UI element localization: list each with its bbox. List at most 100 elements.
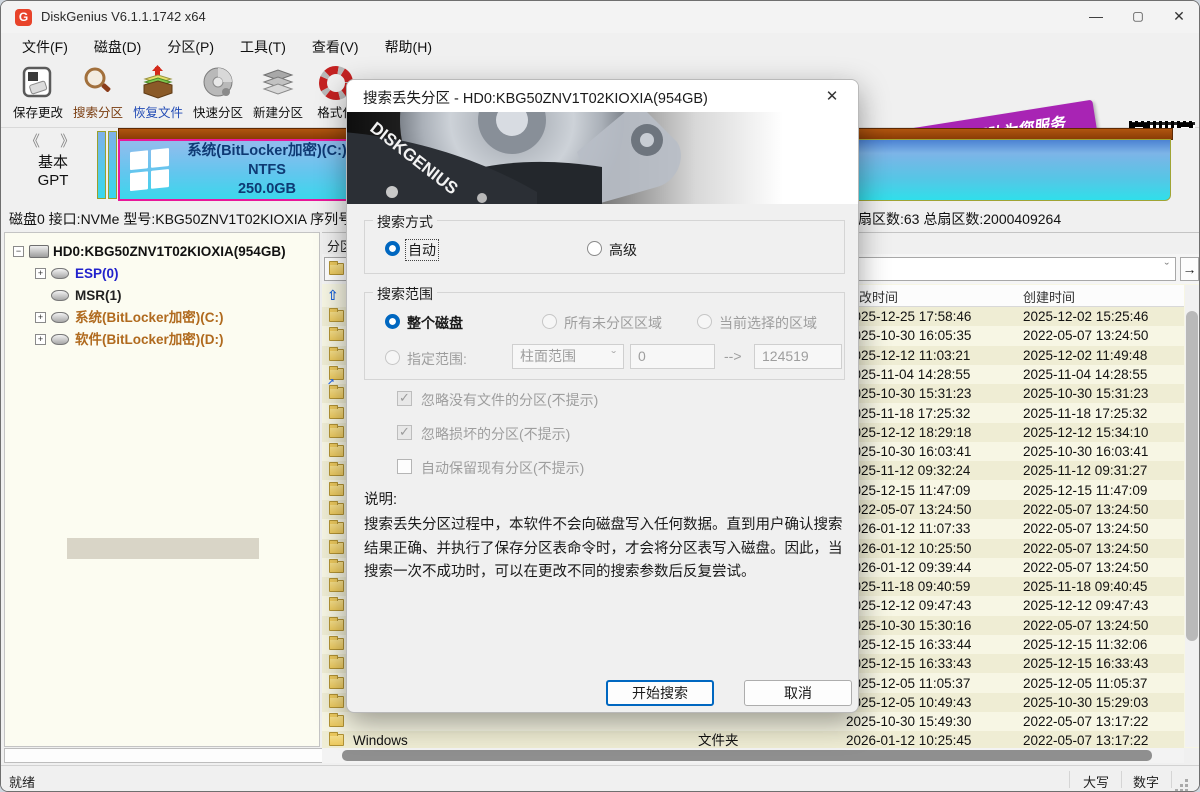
- menu-tools[interactable]: 工具(T): [227, 34, 299, 60]
- checkbox-ignore-damaged-label: 忽略损坏的分区(不提示): [421, 424, 570, 444]
- folder-icon: [329, 657, 344, 669]
- disk-info-right: 扇区数:63 总扇区数:2000409264: [858, 209, 1061, 229]
- expand-icon[interactable]: +: [35, 334, 46, 345]
- folder-icon: [329, 638, 344, 650]
- quick-partition-button[interactable]: 快速分区: [189, 63, 247, 125]
- chevron-down-icon[interactable]: ˇ: [1165, 260, 1169, 275]
- menu-view[interactable]: 查看(V): [299, 34, 372, 60]
- radio-advanced[interactable]: [587, 241, 602, 256]
- column-header-created[interactable]: 创建时间: [1023, 287, 1075, 306]
- range-to-input: 124519: [754, 344, 842, 369]
- modified-cell: 2025-12-05 11:05:37: [846, 674, 970, 693]
- menu-help[interactable]: 帮助(H): [372, 34, 445, 60]
- up-directory-icon[interactable]: ⇧: [327, 287, 339, 304]
- horizontal-scrollbar[interactable]: [322, 748, 1184, 763]
- created-cell: 2025-12-02 15:25:46: [1023, 307, 1148, 326]
- created-cell: 2025-12-12 09:47:43: [1023, 596, 1148, 615]
- modified-cell: 2026-01-12 10:25:50: [846, 539, 971, 558]
- maximize-button[interactable]: ▢: [1117, 1, 1159, 32]
- modified-cell: 2025-12-15 11:47:09: [846, 481, 970, 500]
- radio-auto-label[interactable]: 自动: [406, 240, 438, 260]
- partition-tree-panel: − HD0:KBG50ZNV1T02KIOXIA(954GB) + ESP(0)…: [4, 232, 320, 747]
- tree-item-d[interactable]: + 软件(BitLocker加密)(D:): [5, 329, 321, 350]
- tree-item-esp[interactable]: + ESP(0): [5, 263, 321, 284]
- created-cell: 2025-12-15 11:47:09: [1023, 481, 1147, 500]
- disk-nav-arrows[interactable]: 《 》: [25, 130, 81, 151]
- disk-scheme: 基本: [25, 151, 81, 172]
- minimize-button[interactable]: —: [1075, 1, 1117, 32]
- radio-whole-disk-label[interactable]: 整个磁盘: [407, 313, 463, 333]
- menu-disk[interactable]: 磁盘(D): [81, 34, 154, 60]
- partition-icon: [51, 290, 69, 301]
- toolbar-label: 新建分区: [249, 102, 307, 121]
- folder-icon: [329, 677, 344, 689]
- scrollbar-thumb[interactable]: [342, 750, 1152, 761]
- checkbox-auto-keep[interactable]: [397, 459, 412, 474]
- search-lost-partitions-dialog: 搜索丢失分区 - HD0:KBG50ZNV1T02KIOXIA(954GB) ✕: [346, 79, 859, 713]
- tree-horizontal-scrollbar[interactable]: [4, 748, 337, 763]
- search-mode-legend: 搜索方式: [373, 212, 437, 232]
- folder-icon: [329, 734, 344, 746]
- app-logo-icon: G: [15, 9, 32, 26]
- menu-partition[interactable]: 分区(P): [154, 34, 227, 60]
- partition-c-size: 250.0GB: [176, 180, 358, 199]
- search-partition-button[interactable]: 搜索分区: [69, 63, 127, 125]
- modified-cell: 2025-10-30 15:30:16: [846, 616, 971, 635]
- cancel-button[interactable]: 取消: [744, 680, 852, 706]
- range-unit-value: 柱面范围: [520, 348, 576, 364]
- disk-icon: [29, 245, 49, 258]
- radio-advanced-label[interactable]: 高级: [609, 240, 637, 260]
- go-button[interactable]: →: [1180, 257, 1199, 281]
- created-cell: 2022-05-07 13:17:22: [1023, 712, 1148, 731]
- partition-block-esp[interactable]: [97, 131, 106, 199]
- disk-info-left: 磁盘0 接口:NVMe 型号:KBG50ZNV1T02KIOXIA 序列号:: [9, 209, 356, 229]
- status-caps: 大写: [1083, 772, 1109, 791]
- modified-cell: 2025-11-18 09:40:59: [846, 577, 970, 596]
- created-cell: 2025-12-15 16:33:43: [1023, 654, 1148, 673]
- scrollbar-thumb[interactable]: [1186, 311, 1198, 641]
- partition-block-c-selected[interactable]: 系统(BitLocker加密)(C:) NTFS 250.0GB: [118, 139, 363, 201]
- resize-grip[interactable]: [1185, 779, 1188, 782]
- created-cell: 2022-05-07 13:24:50: [1023, 616, 1148, 635]
- file-row[interactable]: 2025-10-30 15:49:302022-05-07 13:17:22: [322, 712, 1184, 731]
- created-cell: 2025-11-04 14:28:55: [1023, 365, 1147, 384]
- tree-selection-highlight: [67, 538, 259, 559]
- folder-icon: [329, 715, 344, 727]
- folder-icon: [329, 464, 344, 476]
- save-changes-icon: [20, 65, 56, 101]
- radio-whole-disk[interactable]: [385, 314, 400, 329]
- save-changes-button[interactable]: 保存更改: [9, 63, 67, 125]
- new-partition-button[interactable]: 新建分区: [249, 63, 307, 125]
- radio-current-area-label: 当前选择的区域: [719, 313, 817, 333]
- search-range-legend: 搜索范围: [373, 284, 437, 304]
- tree-item-disk-hd0[interactable]: − HD0:KBG50ZNV1T02KIOXIA(954GB): [5, 241, 321, 262]
- collapse-icon[interactable]: −: [13, 246, 24, 257]
- start-search-button[interactable]: 开始搜索: [606, 680, 714, 706]
- dialog-close-button[interactable]: ✕: [820, 85, 844, 109]
- modified-cell: 2025-10-30 16:05:35: [846, 326, 971, 345]
- tree-item-msr[interactable]: MSR(1): [5, 285, 321, 306]
- modified-cell: 2025-12-25 17:58:46: [846, 307, 971, 326]
- checkbox-ignore-empty: [397, 391, 412, 406]
- recover-files-button[interactable]: 恢复文件: [129, 63, 187, 125]
- expand-icon[interactable]: +: [35, 268, 46, 279]
- created-cell: 2022-05-07 13:24:50: [1023, 500, 1148, 519]
- new-partition-icon: [260, 65, 296, 101]
- dialog-title: 搜索丢失分区 - HD0:KBG50ZNV1T02KIOXIA(954GB): [363, 87, 708, 108]
- tree-item-label: ESP(0): [75, 263, 119, 284]
- partition-c-name: 系统(BitLocker加密)(C:): [176, 142, 358, 161]
- created-cell: 2025-11-18 09:40:45: [1023, 577, 1147, 596]
- menu-file[interactable]: 文件(F): [9, 34, 81, 60]
- close-button[interactable]: ✕: [1158, 1, 1200, 32]
- radio-auto[interactable]: [385, 241, 400, 256]
- partition-icon: [51, 334, 69, 345]
- vertical-scrollbar[interactable]: [1185, 285, 1199, 747]
- expand-icon[interactable]: +: [35, 312, 46, 323]
- radio-specify-range-label: 指定范围:: [407, 349, 467, 369]
- search-partition-icon: [80, 65, 116, 101]
- window-title: DiskGenius V6.1.1.1742 x64: [41, 9, 206, 24]
- menu-bar: 文件(F) 磁盘(D) 分区(P) 工具(T) 查看(V) 帮助(H): [1, 33, 1199, 61]
- folder-icon: [329, 349, 344, 361]
- partition-block-msr[interactable]: [108, 131, 117, 199]
- tree-item-c-selected[interactable]: + 系统(BitLocker加密)(C:): [5, 307, 321, 328]
